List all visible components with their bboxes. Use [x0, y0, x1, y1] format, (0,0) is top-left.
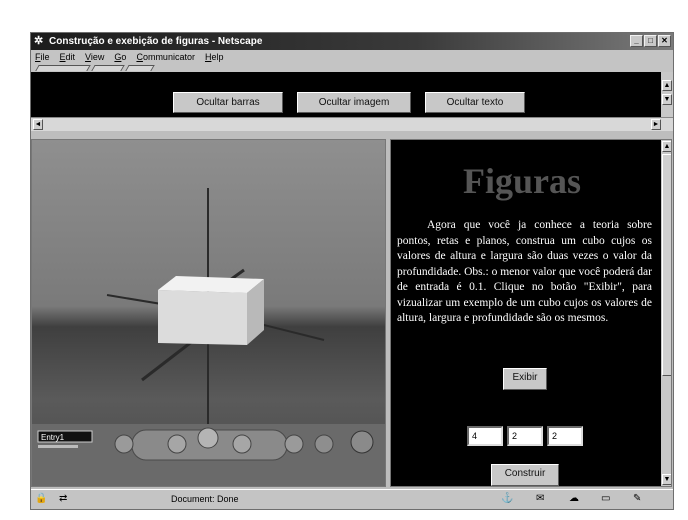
- depth-input[interactable]: 2: [547, 426, 583, 446]
- menu-edit[interactable]: Edit: [60, 50, 76, 64]
- scroll-down-arrow-icon[interactable]: ▼: [662, 94, 672, 105]
- content-frame: Figuras Agora que você ja conhece a teor…: [390, 139, 672, 487]
- scroll-up-arrow-icon[interactable]: ▲: [662, 80, 672, 91]
- width-input[interactable]: 2: [507, 426, 543, 446]
- show-button[interactable]: Exibir: [503, 368, 547, 390]
- slide-icon[interactable]: [167, 434, 187, 454]
- close-button[interactable]: ✕: [658, 35, 671, 47]
- toolbar-tab[interactable]: [125, 65, 155, 71]
- speed-slider[interactable]: [38, 445, 78, 448]
- security-lock-icon[interactable]: 🔒: [35, 493, 47, 504]
- navigator-icon[interactable]: ⚓: [501, 493, 513, 504]
- menu-communicator[interactable]: Communicator: [136, 50, 195, 64]
- page-title: Figuras: [462, 161, 581, 201]
- netscape-logo-icon: ✲: [34, 35, 44, 47]
- z-axis-front: [141, 338, 195, 382]
- viewpoint-label: Entry1: [41, 433, 65, 442]
- navigation-arrows-icon[interactable]: [197, 427, 219, 449]
- menu-help[interactable]: Help: [205, 50, 224, 64]
- window-title: Construção e exebição de figuras - Netsc…: [49, 36, 263, 47]
- menu-go[interactable]: Go: [114, 50, 126, 64]
- menu-view[interactable]: View: [85, 50, 104, 64]
- menu-file[interactable]: File: [35, 50, 50, 64]
- cube-top-face: [158, 276, 264, 293]
- toolbar-tab[interactable]: [91, 65, 125, 71]
- edit-icon[interactable]: ✎: [633, 493, 641, 504]
- scroll-down-arrow-icon[interactable]: ▼: [662, 474, 671, 485]
- hide-image-button[interactable]: Ocultar imagem: [297, 92, 411, 113]
- goto-icon[interactable]: [284, 434, 304, 454]
- scene-canvas: Entry1: [32, 188, 385, 486]
- menu-bar: File Edit View Go Communicator Help: [31, 50, 673, 64]
- scroll-left-arrow-icon[interactable]: ◄: [33, 119, 43, 130]
- walk-icon[interactable]: [114, 434, 134, 454]
- scroll-thumb[interactable]: [662, 154, 671, 376]
- horizontal-scrollbar[interactable]: ◄ ►: [31, 117, 673, 131]
- toolbar-tab[interactable]: [35, 65, 91, 71]
- cosmo-logo-icon: [350, 430, 374, 454]
- scroll-up-arrow-icon[interactable]: ▲: [662, 141, 671, 152]
- collapsed-toolbars[interactable]: [31, 64, 673, 72]
- browser-window: ✲ Construção e exebição de figuras - Net…: [30, 32, 674, 510]
- status-text: Document: Done: [171, 494, 239, 504]
- composer-icon[interactable]: ▭: [601, 493, 610, 504]
- cube-front-face: [158, 290, 247, 345]
- maximize-button[interactable]: □: [644, 35, 657, 47]
- hide-bars-button[interactable]: Ocultar barras: [173, 92, 283, 113]
- height-input[interactable]: 4: [467, 426, 503, 446]
- status-bar: 🔒 ⇄ Document: Done ⚓ ✉ ☁ ▭ ✎: [31, 489, 673, 509]
- top-frame-scrollbar[interactable]: ▲ ▼: [661, 72, 673, 117]
- vrml-viewer[interactable]: Entry1: [31, 139, 386, 487]
- straighten-icon[interactable]: [314, 434, 334, 454]
- scroll-right-arrow-icon[interactable]: ►: [651, 119, 661, 130]
- mail-icon[interactable]: ✉: [536, 493, 544, 504]
- title-bar: ✲ Construção e exebição de figuras - Net…: [31, 33, 673, 50]
- top-frame: Ocultar barras Ocultar imagem Ocultar te…: [31, 72, 673, 117]
- tilt-icon[interactable]: [232, 434, 252, 454]
- build-button[interactable]: Construir: [491, 464, 559, 486]
- instructions-text: Agora que você ja conhece a teoria sobre…: [397, 219, 652, 324]
- connection-icon: ⇄: [59, 493, 68, 504]
- minimize-button[interactable]: _: [630, 35, 643, 47]
- discussion-icon[interactable]: ☁: [569, 493, 579, 504]
- hide-text-button[interactable]: Ocultar texto: [425, 92, 525, 113]
- content-scrollbar[interactable]: ▲ ▼: [661, 140, 671, 486]
